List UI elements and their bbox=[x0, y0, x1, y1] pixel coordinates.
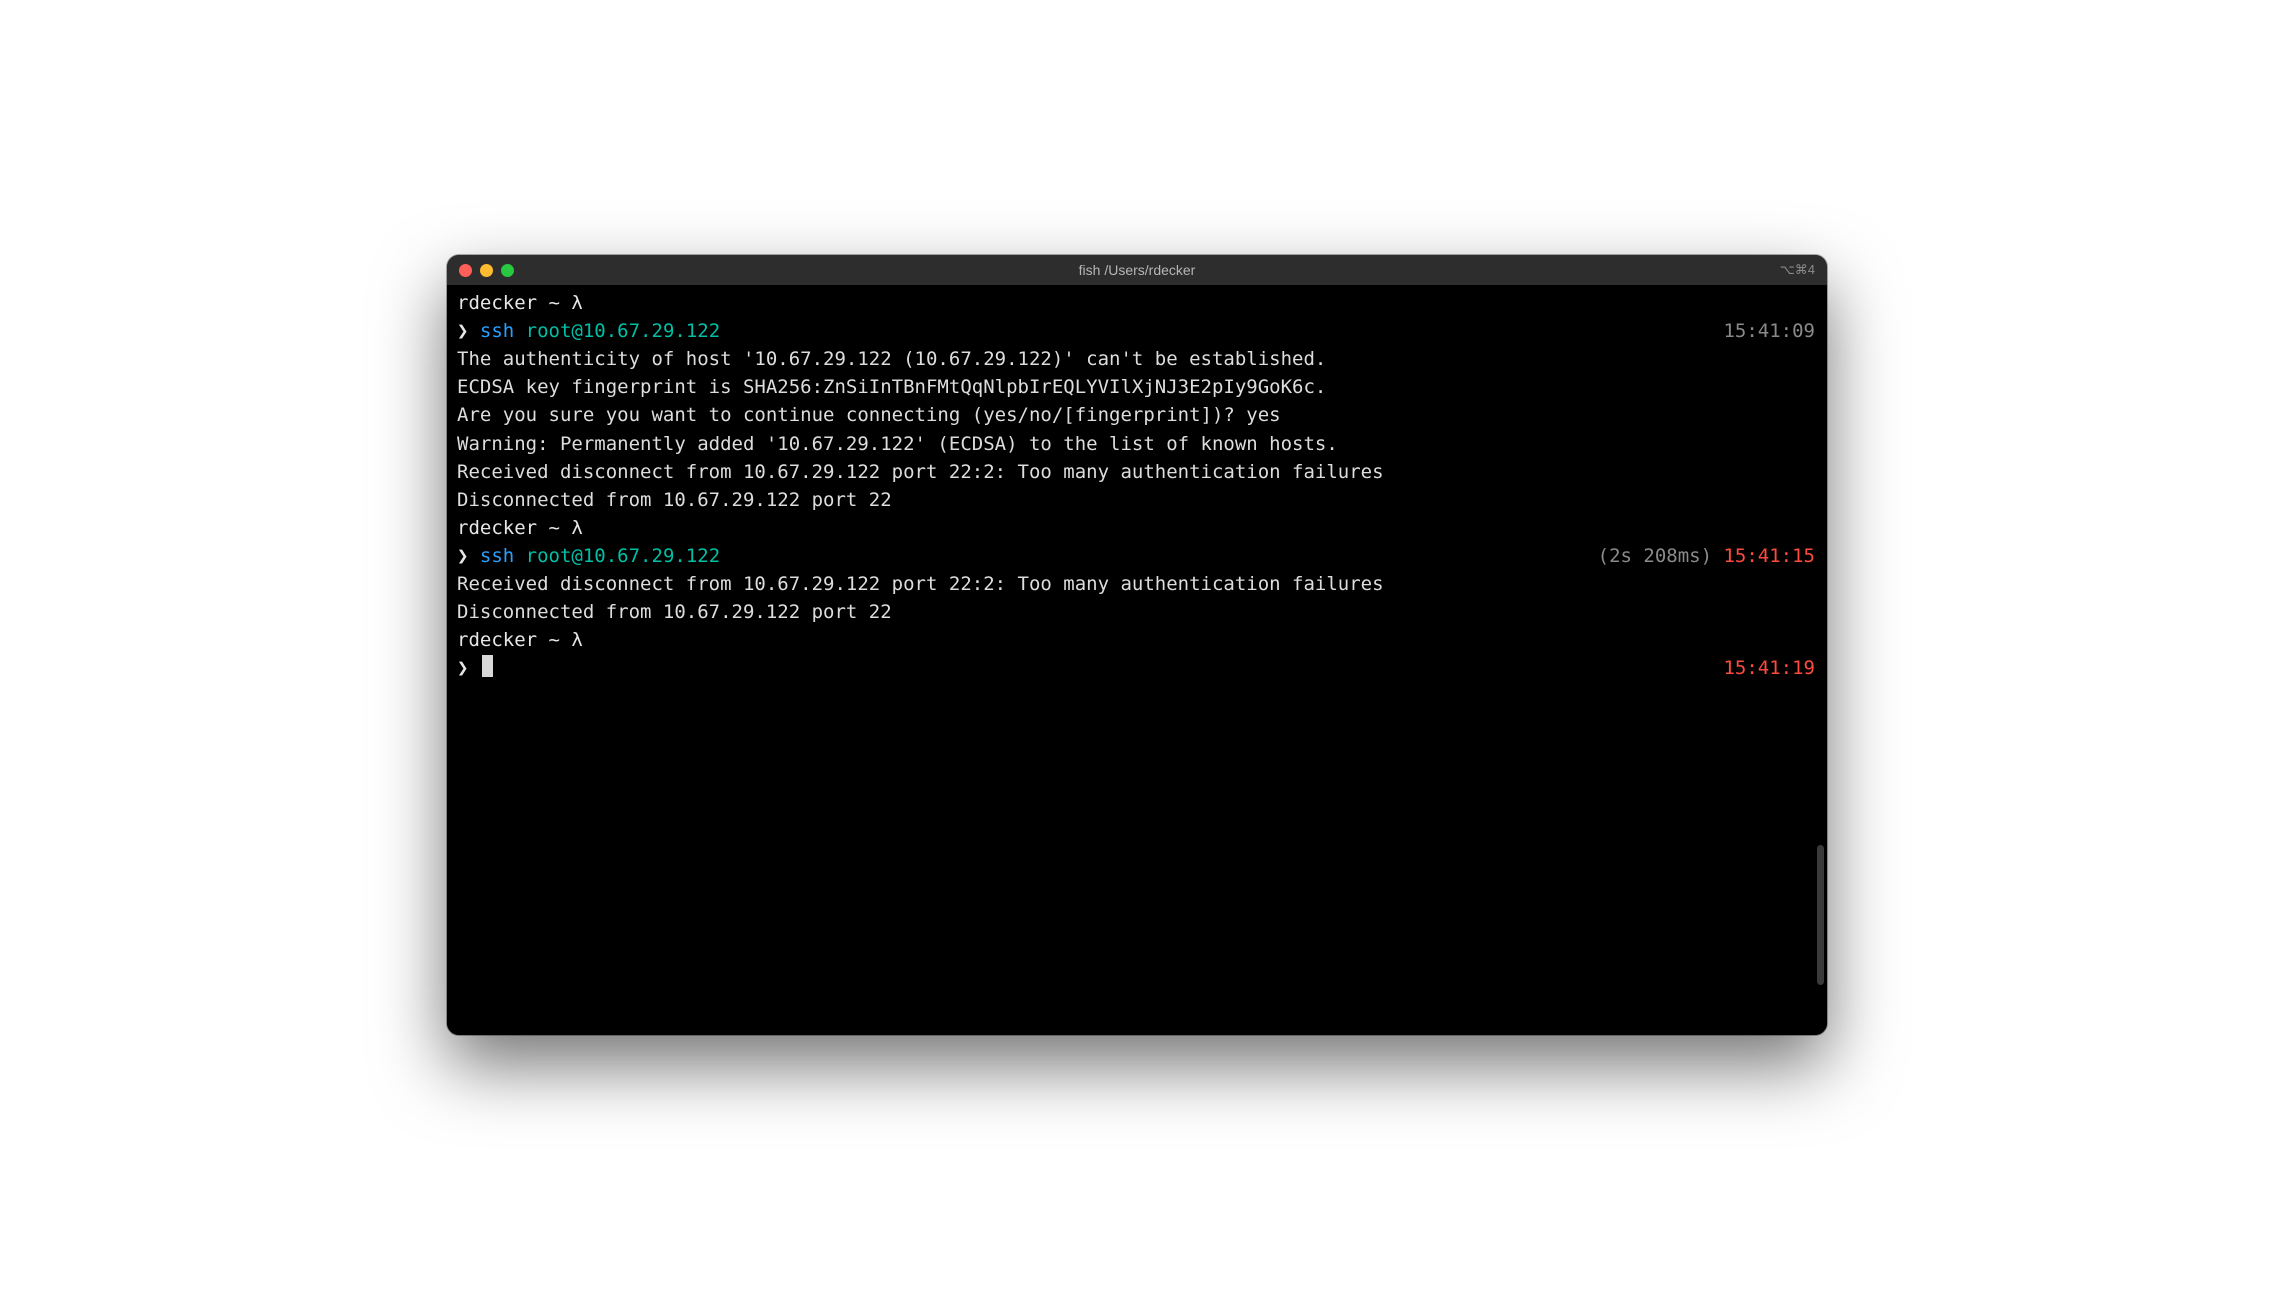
prompt-user: rdecker bbox=[457, 629, 537, 651]
output-line: Received disconnect from 10.67.29.122 po… bbox=[457, 570, 1815, 598]
command-name: ssh bbox=[480, 545, 514, 567]
output-line: Disconnected from 10.67.29.122 port 22 bbox=[457, 598, 1815, 626]
prompt-line: rdecker ~ λ bbox=[457, 289, 1815, 317]
scrollbar[interactable] bbox=[1817, 845, 1824, 985]
cursor bbox=[482, 655, 493, 677]
titlebar: fish /Users/rdecker ⌥⌘4 bbox=[447, 255, 1827, 285]
title-right-shortcut: ⌥⌘4 bbox=[1780, 262, 1815, 278]
prompt-line: rdecker ~ λ bbox=[457, 514, 1815, 542]
cmd-duration: (2s 208ms) bbox=[1598, 545, 1724, 567]
output-line: Received disconnect from 10.67.29.122 po… bbox=[457, 458, 1815, 486]
output-line: The authenticity of host '10.67.29.122 (… bbox=[457, 345, 1815, 373]
terminal-window: fish /Users/rdecker ⌥⌘4 rdecker ~ λ❯ ssh… bbox=[447, 255, 1827, 1035]
close-icon[interactable] bbox=[459, 264, 472, 277]
prompt-lambda: λ bbox=[571, 629, 582, 651]
traffic-lights bbox=[459, 264, 514, 277]
prompt-arrow-icon: ❯ bbox=[457, 657, 480, 679]
command-arg: root@10.67.29.122 bbox=[526, 545, 720, 567]
command-row-current[interactable]: ❯ 15:41:19 bbox=[457, 654, 1815, 682]
terminal-viewport[interactable]: rdecker ~ λ ❯ ssh root@10.67.29.122 15:41:… bbox=[447, 285, 1827, 1035]
prompt-lambda: λ bbox=[571, 517, 582, 539]
output-line: Are you sure you want to continue connec… bbox=[457, 401, 1815, 429]
window-title: fish /Users/rdecker bbox=[447, 262, 1827, 278]
command-name: ssh bbox=[480, 320, 514, 342]
cmd-timestamp: 15:41:09 bbox=[1723, 320, 1815, 342]
prompt-arrow-icon: ❯ bbox=[457, 320, 480, 342]
prompt-lambda: λ bbox=[571, 292, 582, 314]
zoom-icon[interactable] bbox=[501, 264, 514, 277]
prompt-user: rdecker bbox=[457, 517, 537, 539]
cmd-timestamp: 15:41:19 bbox=[1723, 657, 1815, 679]
command-arg: root@10.67.29.122 bbox=[526, 320, 720, 342]
prompt-sep: ~ bbox=[537, 292, 571, 314]
output-line: Disconnected from 10.67.29.122 port 22 bbox=[457, 486, 1815, 514]
prompt-sep: ~ bbox=[537, 517, 571, 539]
prompt-line: rdecker ~ λ bbox=[457, 626, 1815, 654]
prompt-arrow-icon: ❯ bbox=[457, 545, 480, 567]
output-line: Warning: Permanently added '10.67.29.122… bbox=[457, 430, 1815, 458]
prompt-sep: ~ bbox=[537, 629, 571, 651]
prompt-user: rdecker bbox=[457, 292, 537, 314]
output-line: ECDSA key fingerprint is SHA256:ZnSiInTB… bbox=[457, 373, 1815, 401]
cmd-timestamp: 15:41:15 bbox=[1723, 545, 1815, 567]
command-row: ❯ ssh root@10.67.29.122 (2s 208ms) 15:41:… bbox=[457, 542, 1815, 570]
command-row: ❯ ssh root@10.67.29.122 15:41:09 bbox=[457, 317, 1815, 345]
minimize-icon[interactable] bbox=[480, 264, 493, 277]
